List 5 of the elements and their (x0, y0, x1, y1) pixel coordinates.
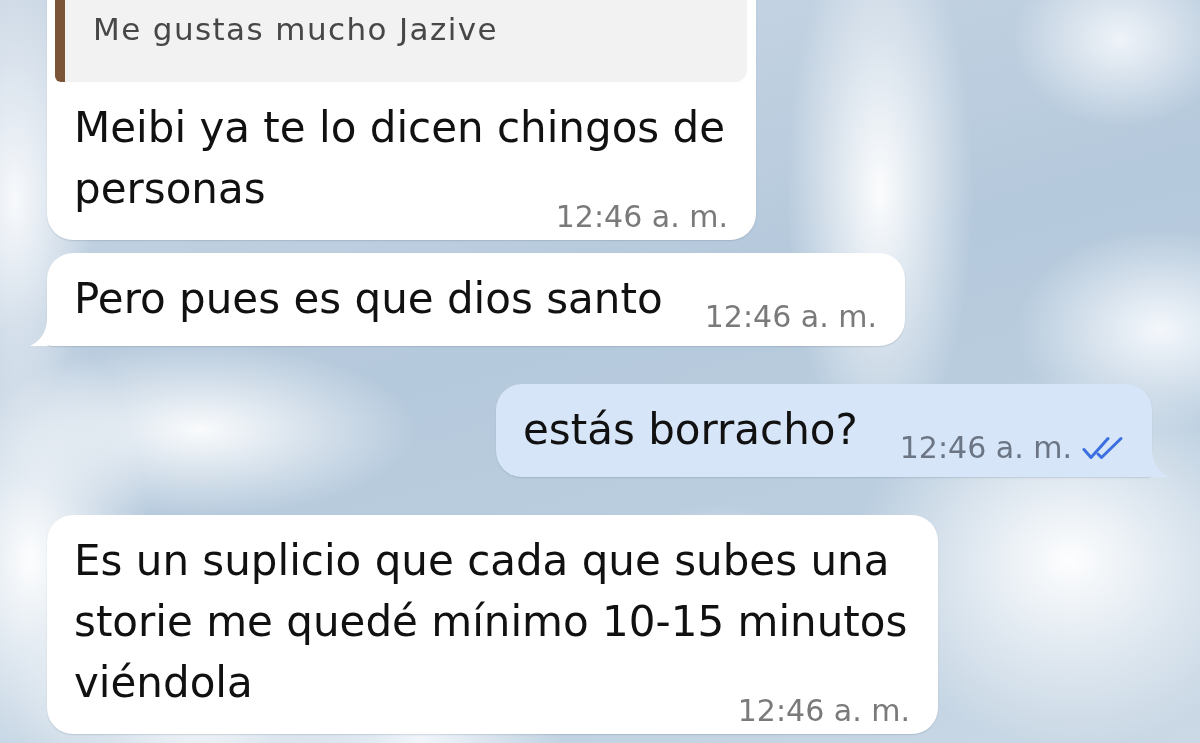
quoted-text: Me gustas mucho Jazive (93, 11, 498, 47)
message-time: 12:46 a. m. (704, 303, 877, 331)
message-time: 12:46 a. m. (899, 434, 1072, 462)
message-text: Pero pues es que dios santo (74, 274, 663, 323)
message-text: estás borracho? (523, 405, 858, 454)
